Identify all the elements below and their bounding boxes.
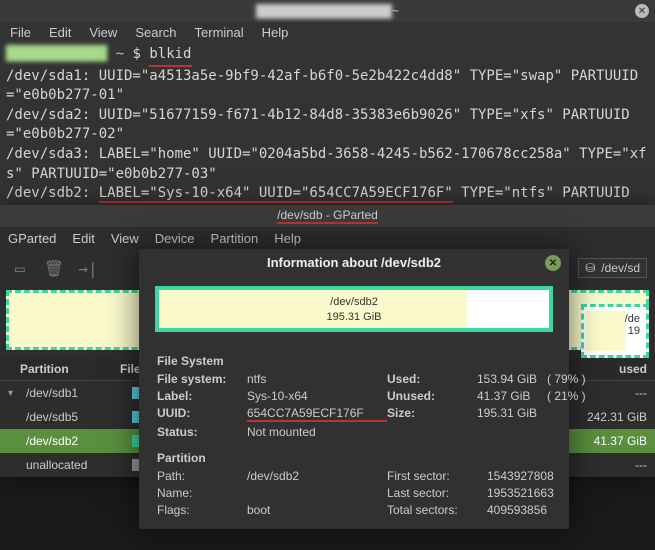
dialog-title-text: Information about /dev/sdb2: [267, 255, 441, 270]
val-filesystem: ntfs: [247, 372, 387, 386]
menu-edit[interactable]: Edit: [49, 25, 71, 40]
col-partition[interactable]: Partition: [20, 362, 120, 376]
lab-size: Size:: [387, 406, 477, 422]
used-cell: ---: [567, 458, 647, 472]
menu-terminal[interactable]: Terminal: [195, 25, 244, 40]
expand-icon: ▾: [8, 388, 20, 399]
val-unused: 41.37 GiB: [477, 389, 547, 403]
val-uuid: 654CC7A59ECF176F: [247, 406, 387, 422]
val-name: [247, 486, 387, 500]
gparted-right-fragment: /de 19: [575, 300, 655, 362]
apply-icon[interactable]: →|: [76, 256, 100, 280]
menu-partition[interactable]: Partition: [211, 231, 259, 246]
menu-search[interactable]: Search: [135, 25, 176, 40]
val-unused-pct: ( 21% ): [547, 389, 597, 403]
val-status: Not mounted: [247, 425, 387, 439]
menu-file[interactable]: File: [10, 25, 31, 40]
maximize-button[interactable]: [611, 4, 625, 18]
output-line: /dev/sda1: UUID="a4513a5e-9bf9-42af-b6f0…: [6, 68, 638, 104]
partition-name: /dev/sdb1: [26, 386, 126, 400]
output-line: /dev/sda3: LABEL="home" UUID="0204a5bd-3…: [6, 146, 647, 182]
command: blkid: [149, 45, 191, 67]
output-sdb2-highlighted: LABEL="Sys-10-x64" UUID="654CC7A59ECF176…: [99, 185, 453, 203]
val-flags: boot: [247, 503, 387, 517]
delete-icon[interactable]: 🗑: [42, 256, 66, 280]
partition-name: unallocated: [26, 458, 126, 472]
menu-help[interactable]: Help: [262, 25, 289, 40]
lab-first: First sector:: [387, 469, 487, 483]
partition-info-dialog: Information about /dev/sdb2 ✕ /dev/sdb2 …: [139, 249, 569, 529]
partition-name: /dev/sdb5: [26, 410, 126, 424]
part-grid: Path: /dev/sdb2 First sector: 1543927808…: [157, 469, 551, 517]
disk-map-fragment: /de 19: [581, 304, 649, 358]
terminal-menubar: File Edit View Search Terminal Help: [0, 22, 655, 43]
lab-uuid: UUID:: [157, 406, 247, 422]
menu-device[interactable]: Device: [155, 231, 195, 246]
fs-section-header: File System: [157, 354, 551, 368]
prompt-user: ████████████: [6, 46, 107, 62]
gparted-title: /dev/sdb - GParted: [277, 208, 378, 224]
partition-visual-label: /dev/sdb2 195.31 GiB: [159, 295, 549, 326]
lab-name: Name:: [157, 486, 247, 500]
lab-label: Label:: [157, 389, 247, 403]
menu-view[interactable]: View: [111, 231, 139, 246]
val-total: 409593856: [487, 503, 577, 517]
output-line-sdb2-prefix: /dev/sdb2:: [6, 185, 99, 201]
menu-view[interactable]: View: [89, 25, 117, 40]
gparted-titlebar: /dev/sdb - GParted: [0, 205, 655, 227]
fs-grid: File system: ntfs Used: 153.94 GiB ( 79%…: [157, 372, 551, 439]
lab-filesystem: File system:: [157, 372, 247, 386]
terminal-body[interactable]: ████████████ ~ $ blkid /dev/sda1: UUID="…: [0, 43, 655, 225]
val-size: 195.31 GiB: [477, 406, 547, 422]
lab-total: Total sectors:: [387, 503, 487, 517]
viz-size: 195.31 GiB: [159, 310, 549, 325]
lab-path: Path:: [157, 469, 247, 483]
prompt-path: ~: [116, 46, 124, 62]
val-used: 153.94 GiB: [477, 372, 547, 386]
dialog-body: File System File system: ntfs Used: 153.…: [139, 342, 569, 529]
partition-name: /dev/sdb2: [26, 434, 126, 448]
val-path: /dev/sdb2: [247, 469, 387, 483]
window-controls: [587, 4, 649, 18]
val-used-pct: ( 79% ): [547, 372, 597, 386]
part-section-header: Partition: [157, 451, 551, 465]
partition-visual: /dev/sdb2 195.31 GiB: [155, 286, 553, 332]
menu-edit[interactable]: Edit: [72, 231, 94, 246]
viz-name: /dev/sdb2: [159, 295, 549, 310]
menu-help[interactable]: Help: [274, 231, 301, 246]
device-selector[interactable]: ⛁ /dev/sd: [578, 258, 647, 278]
lab-unused: Unused:: [387, 389, 477, 403]
lab-status: Status:: [157, 425, 247, 439]
frag-dev: /de: [625, 313, 640, 325]
val-label: Sys-10-x64: [247, 389, 387, 403]
output-line: /dev/sda2: UUID="51677159-f671-4b12-84d8…: [6, 107, 630, 143]
device-selector-text: /dev/sd: [601, 261, 640, 275]
minimize-button[interactable]: [587, 4, 601, 18]
prompt-symbol: $: [132, 46, 140, 62]
val-first: 1543927808: [487, 469, 577, 483]
dialog-title: Information about /dev/sdb2 ✕: [139, 249, 569, 276]
lab-last: Last sector:: [387, 486, 487, 500]
lab-used: Used:: [387, 372, 477, 386]
menu-gparted[interactable]: GParted: [8, 231, 56, 246]
disk-icon: ⛁: [585, 261, 595, 275]
new-partition-icon[interactable]: ▭: [8, 256, 32, 280]
terminal-title: ████████████████: [256, 4, 392, 18]
dialog-close-button[interactable]: ✕: [545, 255, 561, 271]
frag-size: 19: [625, 325, 640, 337]
lab-flags: Flags:: [157, 503, 247, 517]
terminal-title-suffix: ~: [392, 4, 399, 18]
val-last: 1953521663: [487, 486, 577, 500]
gparted-menubar: GParted Edit View Device Partition Help: [0, 227, 655, 250]
close-button[interactable]: [635, 4, 649, 18]
terminal-titlebar: ████████████████~: [0, 0, 655, 22]
